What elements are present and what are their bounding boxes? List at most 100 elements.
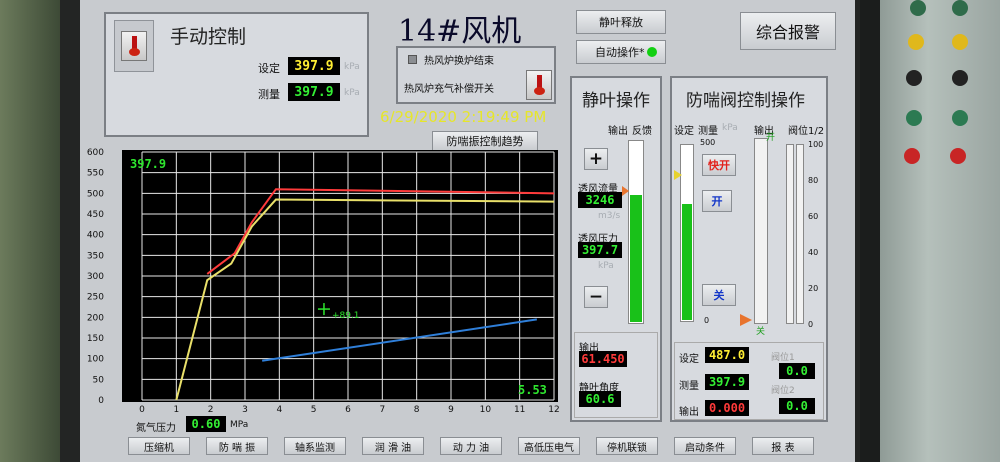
cabinet-light-green-icon — [906, 110, 922, 126]
static-output-marker-icon — [622, 186, 629, 196]
hotblast-switch-icon[interactable] — [526, 70, 552, 100]
nav-tab[interactable]: 动 力 油 — [440, 437, 502, 455]
y-tick-label: 550 — [87, 169, 104, 179]
manual-set-value[interactable]: 397.9 — [288, 57, 340, 75]
static-out-value: 61.450 — [579, 351, 627, 367]
y-tick-label: 400 — [87, 231, 104, 241]
cabinet-light-yellow-icon — [908, 34, 924, 50]
y-tick-label: 50 — [93, 375, 105, 385]
open-button[interactable]: 开 — [702, 190, 732, 212]
background-wall — [0, 0, 60, 462]
nav-tab[interactable]: 压缩机 — [128, 437, 190, 455]
as-out-value: 0.000 — [705, 400, 749, 416]
y-tick-label: 600 — [87, 148, 104, 158]
static-release-button[interactable]: 静叶释放 — [576, 10, 666, 34]
fast-open-button[interactable]: 快开 — [702, 154, 736, 176]
nav-tab[interactable]: 停机联锁 — [596, 437, 658, 455]
general-alarm-button[interactable]: 综合报警 — [740, 12, 836, 50]
x-tick-label: 9 — [448, 405, 454, 415]
valve-pos1-bar — [786, 144, 794, 324]
antisurge-meas-bar — [680, 144, 694, 322]
manual-set-unit: kPa — [344, 62, 360, 72]
antisurge-hdr-pos: 阀位1/2 — [788, 126, 825, 137]
static-flow-unit: m3/s — [598, 211, 621, 221]
as-set-label: 设定 — [679, 354, 699, 365]
y-tick-label: 200 — [87, 313, 104, 323]
manual-title: 手动控制 — [170, 26, 247, 48]
n2-value: 0.60 — [186, 416, 226, 432]
auto-status-icon — [646, 47, 657, 57]
cabinet-light-green-icon — [952, 0, 968, 16]
hotblast-switch-label: 热风炉充气补偿开关 — [404, 84, 494, 95]
valve-scale-tick: 60 — [808, 212, 819, 221]
x-tick-label: 6 — [345, 405, 351, 415]
x-tick-label: 1 — [173, 405, 179, 415]
static-feedback-fill — [630, 194, 642, 322]
manual-toggle-icon — [121, 31, 147, 61]
nav-tab[interactable]: 轴系监测 — [284, 437, 346, 455]
nav-tab[interactable]: 防 喘 振 — [206, 437, 268, 455]
auto-operation-button[interactable]: 自动操作* — [576, 40, 666, 64]
as-pos1-label: 阀位1 — [771, 353, 795, 363]
static-press-unit: kPa — [598, 261, 614, 271]
x-tick-label: 7 — [379, 405, 385, 415]
page-title: 14#风机 — [398, 14, 522, 49]
cabinet-light-red-icon — [950, 148, 966, 164]
y-tick-label: 250 — [87, 293, 104, 303]
valve-scale-tick: 80 — [808, 176, 819, 185]
nav-tab[interactable]: 报 表 — [752, 437, 814, 455]
as-set-value[interactable]: 487.0 — [705, 347, 749, 363]
cursor-label: +89.1 — [332, 311, 360, 321]
x-tick-label: 0 — [139, 405, 145, 415]
close-button[interactable]: 关 — [702, 284, 736, 306]
datetime: 6/29/2020 2:19:49 PM — [380, 108, 547, 126]
cabinet-light-red-icon — [904, 148, 920, 164]
cabinet-switch-icon — [906, 70, 922, 86]
n2-label: 氮气压力 — [136, 423, 176, 434]
hotblast-end-indicator-icon — [408, 55, 417, 64]
valve-scale-tick: 100 — [808, 140, 824, 149]
antisurge-hdr-meas: 测量 — [698, 126, 718, 137]
antisurge-scale-top: 500 — [700, 138, 716, 147]
as-meas-value: 397.9 — [705, 374, 749, 390]
hmi-screen: 手动控制 设定 397.9 kPa 测量 397.9 kPa 14#风机 热风炉… — [80, 0, 855, 462]
static-output-header: 输出 — [608, 126, 628, 137]
y-tick-label: 500 — [87, 189, 104, 199]
control-cabinet — [880, 0, 1000, 462]
valve-pos2-bar — [796, 144, 804, 324]
antisurge-output-marker-icon — [740, 314, 752, 326]
manual-control-panel: 手动控制 设定 397.9 kPa 测量 397.9 kPa — [104, 12, 369, 137]
nav-tab[interactable]: 润 滑 油 — [362, 437, 424, 455]
y-tick-label: 100 — [87, 355, 104, 365]
antisurge-open-mark: 开 — [766, 133, 776, 143]
cabinet-switch-icon — [952, 70, 968, 86]
nav-tab[interactable]: 高低压电气 — [518, 437, 580, 455]
y-tick-label: 150 — [87, 334, 104, 344]
chart-readout-top: 397.9 — [130, 157, 166, 171]
static-press-value: 397.7 — [578, 242, 622, 258]
as-out-label: 输出 — [679, 407, 699, 418]
antisurge-hdr-set: 设定 — [674, 126, 694, 137]
antisurge-scale-bottom: 0 — [704, 316, 710, 325]
nav-tab[interactable]: 启动条件 — [674, 437, 736, 455]
antisurge-set-marker-icon — [674, 170, 682, 180]
manual-toggle[interactable] — [114, 20, 154, 72]
n2-unit: MPa — [230, 420, 249, 430]
cabinet-light-yellow-icon — [952, 34, 968, 50]
static-minus-button[interactable]: − — [584, 286, 608, 308]
y-tick-label: 350 — [87, 251, 104, 261]
antisurge-panel: 防喘阀控制操作 设定 测量 kPa 输出 阀位1/2 500 0 快开 开 关 … — [670, 76, 828, 422]
static-plus-button[interactable]: + — [584, 148, 608, 170]
manual-meas-label: 测量 — [258, 88, 280, 101]
x-tick-label: 2 — [208, 405, 214, 415]
static-title: 静叶操作 — [582, 91, 650, 111]
static-angle-value: 60.6 — [579, 391, 621, 407]
antisurge-close-mark: 关 — [756, 327, 766, 337]
antisurge-hdr-unit: kPa — [722, 123, 738, 133]
y-tick-label: 0 — [98, 396, 104, 406]
x-tick-label: 12 — [548, 405, 559, 415]
valve-scale-tick: 0 — [808, 320, 814, 329]
trend-chart: 0 1 2 3 4 5 6 7 8 9 10 11 12050100150200250300350400… — [87, 148, 560, 415]
static-readout-box: 输出 61.450 静叶角度 60.6 — [574, 332, 658, 418]
as-pos2-label: 阀位2 — [771, 386, 795, 396]
